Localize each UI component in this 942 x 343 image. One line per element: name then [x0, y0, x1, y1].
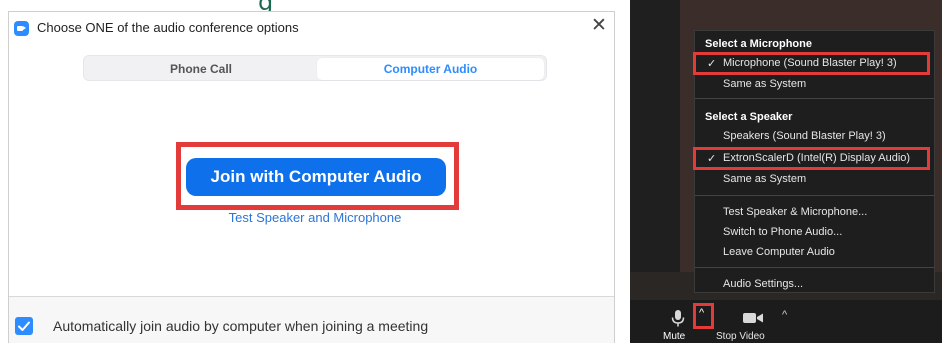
video-background-left: [630, 0, 680, 300]
tab-phone-call[interactable]: Phone Call: [86, 58, 316, 80]
dialog-title: Choose ONE of the audio conference optio…: [37, 20, 299, 35]
menu-divider: [695, 98, 934, 99]
meeting-toolbar: Mute ^ ^ Stop Video: [630, 300, 942, 343]
menu-divider: [695, 195, 934, 196]
zoom-app-icon: [14, 21, 29, 36]
stop-video-button-label[interactable]: Stop Video: [716, 331, 765, 342]
microphone-selection-highlight: [693, 52, 930, 75]
menu-item-microphone-same-as-system[interactable]: Same as System: [723, 78, 806, 90]
video-camera-icon[interactable]: [742, 311, 764, 325]
audio-mode-tabs: Phone Call Computer Audio: [83, 55, 547, 81]
tab-computer-audio[interactable]: Computer Audio: [317, 58, 544, 80]
join-computer-audio-button[interactable]: Join with Computer Audio: [186, 158, 446, 196]
test-speaker-microphone-link[interactable]: Test Speaker and Microphone: [179, 210, 451, 225]
menu-item-test-speaker-microphone[interactable]: Test Speaker & Microphone...: [723, 206, 867, 218]
audio-options-dialog: Choose ONE of the audio conference optio…: [8, 11, 615, 343]
speaker-selection-highlight: [693, 147, 930, 170]
auto-join-label: Automatically join audio by computer whe…: [53, 318, 429, 334]
dialog-footer: Automatically join audio by computer whe…: [9, 297, 614, 343]
menu-item-switch-phone-audio[interactable]: Switch to Phone Audio...: [723, 226, 842, 238]
microphone-section-header: Select a Microphone: [705, 38, 812, 50]
menu-item-speaker-sound-blaster[interactable]: Speakers (Sound Blaster Play! 3): [723, 130, 886, 142]
menu-item-leave-computer-audio[interactable]: Leave Computer Audio: [723, 246, 835, 258]
audio-options-chevron-button[interactable]: ^: [693, 303, 714, 329]
menu-item-speaker-same-as-system[interactable]: Same as System: [723, 173, 806, 185]
chevron-up-icon: ^: [699, 307, 705, 319]
dialog-titlebar: Choose ONE of the audio conference optio…: [9, 12, 614, 44]
menu-item-audio-settings[interactable]: Audio Settings...: [723, 278, 803, 290]
chevron-up-icon[interactable]: ^: [782, 309, 787, 321]
close-icon[interactable]: ✕: [588, 15, 610, 37]
speaker-section-header: Select a Speaker: [705, 111, 793, 123]
microphone-icon[interactable]: [668, 308, 688, 328]
meeting-window: Select a Microphone ✓ Microphone (Sound …: [630, 0, 942, 343]
audio-dropdown-menu: Select a Microphone ✓ Microphone (Sound …: [693, 30, 935, 293]
checkbox-icon: [18, 321, 30, 331]
auto-join-checkbox[interactable]: [15, 317, 33, 335]
menu-divider: [695, 267, 934, 268]
mute-button-label[interactable]: Mute: [663, 331, 685, 342]
